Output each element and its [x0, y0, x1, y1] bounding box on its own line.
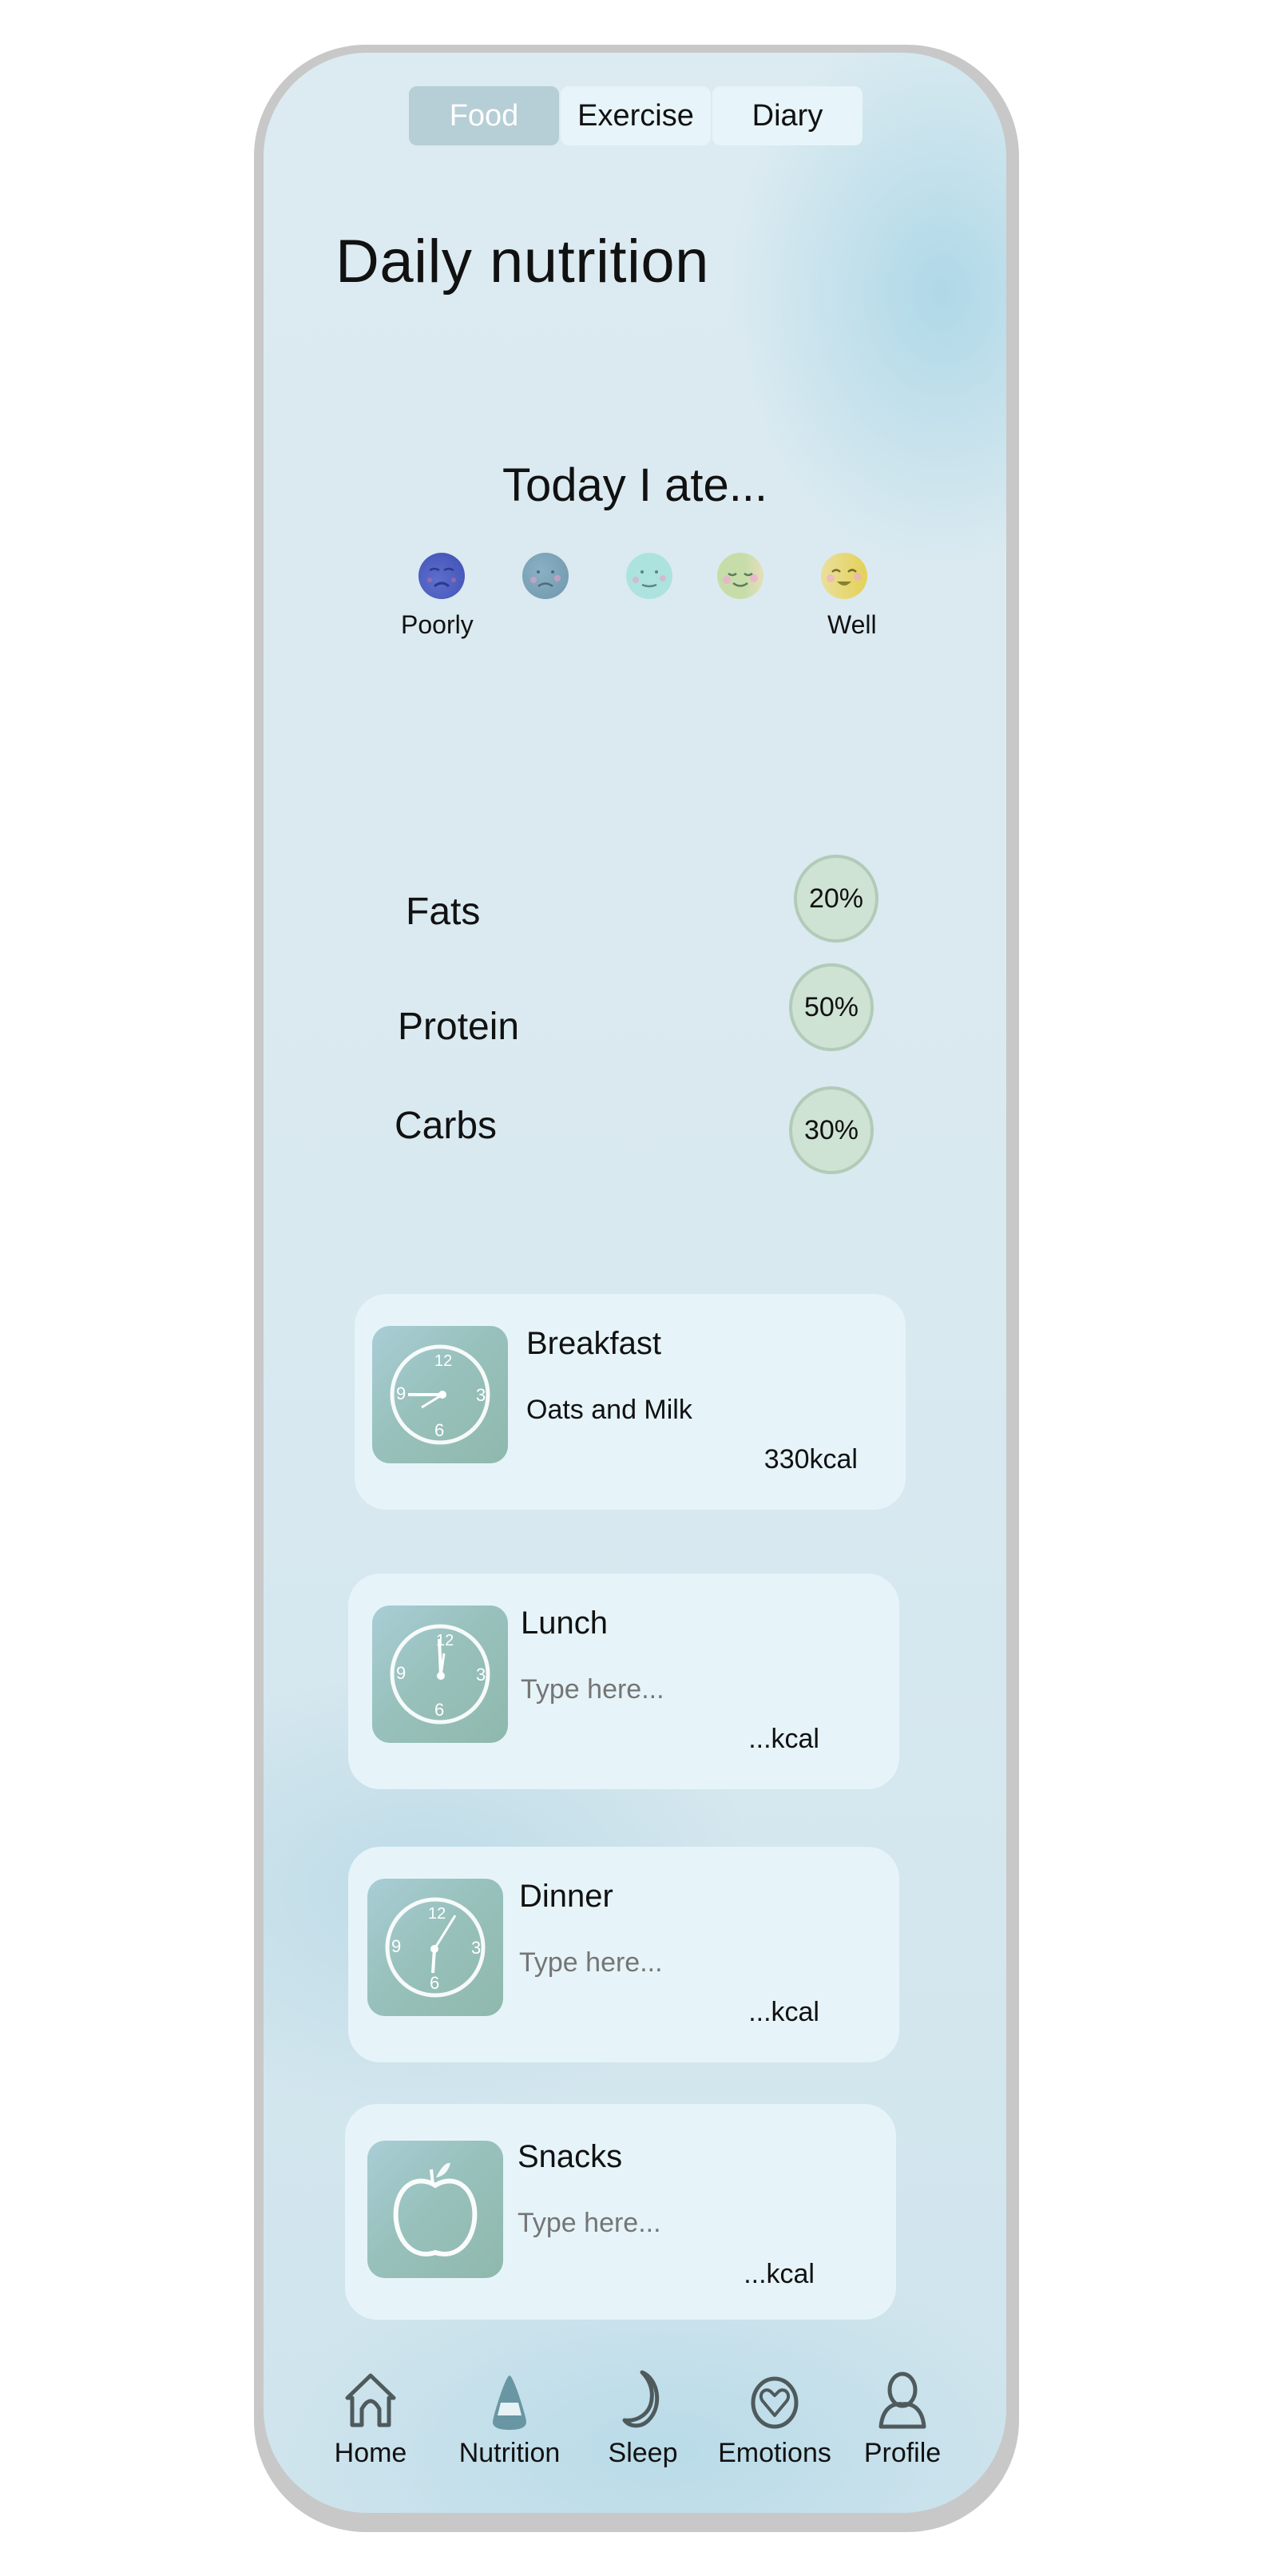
meal-kcal: ...kcal — [748, 1724, 819, 1754]
meal-title: Dinner — [519, 1879, 613, 1914]
page-title: Daily nutrition — [335, 228, 709, 296]
nav-label: Home — [334, 2438, 407, 2468]
meal-title: Lunch — [521, 1606, 608, 1641]
mood-heading: Today I ate... — [502, 459, 768, 511]
svg-text:3: 3 — [471, 1938, 481, 1958]
very-sad-face-icon[interactable] — [418, 553, 465, 599]
clock-icon: 12 3 6 9 — [372, 1326, 508, 1463]
meal-card-snacks[interactable]: Snacks ...kcal — [345, 2104, 896, 2320]
nav-nutrition[interactable]: Nutrition — [442, 2369, 577, 2469]
macro-percent-value: 20% — [808, 883, 864, 914]
nav-label: Profile — [863, 2438, 942, 2468]
meal-kcal: ...kcal — [748, 1997, 819, 2027]
meal-kcal: 330kcal — [763, 1444, 858, 1475]
meal-description-input[interactable] — [518, 2208, 853, 2239]
tab-exercise[interactable]: Exercise — [561, 86, 711, 145]
svg-text:12: 12 — [434, 1352, 452, 1370]
sad-face-icon[interactable] — [522, 553, 569, 599]
macro-label-protein: Protein — [398, 1006, 520, 1048]
profile-icon — [878, 2372, 926, 2429]
macro-label-carbs: Carbs — [395, 1105, 498, 1147]
svg-text:9: 9 — [391, 1936, 401, 1956]
meal-description-input[interactable] — [519, 1947, 855, 1979]
tab-diary[interactable]: Diary — [712, 86, 863, 145]
clock-icon: 12 3 6 9 — [372, 1606, 508, 1743]
svg-text:6: 6 — [434, 1700, 444, 1720]
mood-scale-min-label: Poorly — [401, 610, 474, 639]
mood-scale-max-label: Well — [827, 610, 877, 639]
svg-text:3: 3 — [476, 1665, 486, 1685]
meal-kcal: ...kcal — [744, 2259, 815, 2289]
nav-profile[interactable]: Profile — [835, 2369, 970, 2469]
phone-screen: Food Exercise Diary Daily nutrition Toda… — [264, 53, 1006, 2513]
apple-icon — [367, 2141, 503, 2278]
macro-percent-value: 30% — [803, 1114, 859, 1145]
heart-icon — [751, 2376, 799, 2429]
nav-emotions[interactable]: Emotions — [707, 2369, 843, 2469]
nutrition-icon — [493, 2376, 526, 2430]
svg-text:6: 6 — [430, 1973, 439, 1993]
nav-label: Sleep — [608, 2438, 678, 2468]
home-icon — [345, 2373, 396, 2427]
meal-title: Breakfast — [526, 1326, 661, 1361]
svg-text:9: 9 — [396, 1663, 406, 1683]
nav-label: Emotions — [718, 2438, 831, 2468]
svg-text:3: 3 — [476, 1385, 486, 1405]
svg-text:6: 6 — [434, 1420, 444, 1440]
meal-card-dinner[interactable]: 12 3 6 9 Dinner ...kcal — [348, 1847, 899, 2062]
content-face-icon[interactable] — [717, 553, 763, 599]
macro-percent-fats: 20% — [794, 855, 878, 943]
happy-face-icon[interactable] — [821, 553, 867, 599]
meal-description-input[interactable] — [526, 1395, 862, 1426]
macro-percent-value: 50% — [803, 991, 859, 1022]
clock-icon: 12 3 6 9 — [367, 1879, 503, 2016]
meal-description-input[interactable] — [521, 1674, 856, 1705]
nav-label: Nutrition — [458, 2438, 561, 2468]
tab-food[interactable]: Food — [409, 86, 559, 145]
nav-home[interactable]: Home — [303, 2369, 438, 2469]
nav-sleep[interactable]: Sleep — [575, 2369, 711, 2469]
svg-text:12: 12 — [428, 1905, 446, 1923]
svg-text:9: 9 — [396, 1383, 406, 1403]
macro-label-fats: Fats — [406, 891, 481, 933]
macro-percent-carbs: 30% — [789, 1086, 874, 1174]
meal-card-lunch[interactable]: 12369 Lunch ...kcal — [348, 1574, 899, 1789]
neutral-face-icon[interactable] — [626, 553, 672, 599]
meal-card-breakfast[interactable]: 12 3 6 9 Breakfast 330kcal — [355, 1294, 906, 1510]
macro-percent-protein: 50% — [789, 963, 874, 1051]
meal-title: Snacks — [518, 2139, 623, 2174]
moon-icon — [622, 2370, 660, 2428]
